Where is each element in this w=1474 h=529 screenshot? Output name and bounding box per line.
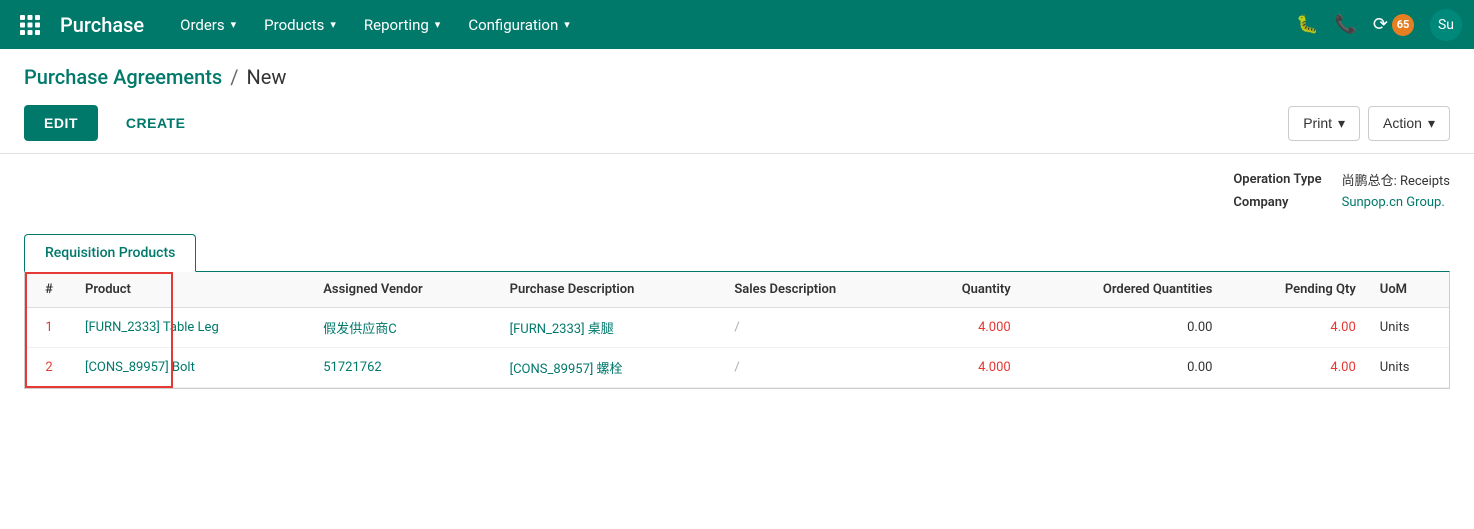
row2-vendor[interactable]: 51721762 [311, 348, 497, 388]
info-table: Operation Type 尚鹏总仓: Receipts Company Su… [1233, 170, 1450, 210]
highlighted-rows: # Product Assigned Vendor Purchase Descr… [25, 272, 1449, 388]
notification-badge-wrap[interactable]: ⟳ 65 [1373, 14, 1414, 36]
nav-products[interactable]: Products [252, 10, 348, 40]
table-header-row: # Product Assigned Vendor Purchase Descr… [25, 272, 1449, 308]
company-value[interactable]: Sunpop.cn Group. [1342, 195, 1450, 210]
operation-type-label: Operation Type [1233, 172, 1321, 187]
row2-product[interactable]: [CONS_89957] Bolt [73, 348, 311, 388]
tab-bar: Requisition Products [24, 234, 1450, 271]
data-table-wrap: # Product Assigned Vendor Purchase Descr… [24, 271, 1450, 389]
breadcrumb-separator: / [230, 65, 238, 89]
nav-orders[interactable]: Orders [168, 10, 248, 40]
tab-container: Requisition Products # Product Assigned … [24, 234, 1450, 389]
row1-vendor[interactable]: 假发供应商C [311, 308, 497, 348]
col-header-vendor: Assigned Vendor [311, 272, 497, 308]
col-header-num: # [25, 272, 73, 308]
info-panel: Operation Type 尚鹏总仓: Receipts Company Su… [24, 154, 1450, 226]
row1-quantity: 4.000 [912, 308, 1022, 348]
action-button[interactable]: Action ▾ [1368, 106, 1450, 141]
notification-count[interactable]: 65 [1392, 14, 1414, 36]
table-row: 1 [FURN_2333] Table Leg 假发供应商C [FURN_233… [25, 308, 1449, 348]
nav-icons-area: 🐛 📞 ⟳ 65 Su [1296, 9, 1462, 41]
nav-reporting[interactable]: Reporting [352, 10, 452, 40]
tab-requisition-products[interactable]: Requisition Products [24, 234, 196, 272]
row1-num: 1 [25, 308, 73, 348]
action-chevron-icon: ▾ [1428, 115, 1435, 132]
col-header-purchase-desc: Purchase Description [498, 272, 723, 308]
toolbar: EDIT CREATE Print ▾ Action ▾ [0, 97, 1474, 153]
bug-icon[interactable]: 🐛 [1296, 14, 1318, 35]
company-label: Company [1233, 195, 1321, 210]
breadcrumb: Purchase Agreements / New [0, 49, 1474, 97]
edit-button[interactable]: EDIT [24, 105, 98, 141]
breadcrumb-parent-link[interactable]: Purchase Agreements [24, 65, 222, 89]
phone-icon[interactable]: 📞 [1334, 14, 1356, 35]
grid-icon[interactable] [12, 7, 48, 43]
row2-ordered-qty: 0.00 [1023, 348, 1225, 388]
row1-ordered-qty: 0.00 [1023, 308, 1225, 348]
create-button[interactable]: CREATE [106, 105, 206, 141]
print-button[interactable]: Print ▾ [1288, 106, 1360, 141]
col-header-quantity: Quantity [912, 272, 1022, 308]
col-header-ordered-qty: Ordered Quantities [1023, 272, 1225, 308]
col-header-product: Product [73, 272, 311, 308]
row2-uom: Units [1368, 348, 1449, 388]
print-label: Print [1303, 115, 1332, 131]
row2-purchase-desc[interactable]: [CONS_89957] 螺栓 [498, 348, 723, 388]
row2-pending-qty: 4.00 [1224, 348, 1367, 388]
row1-purchase-desc[interactable]: [FURN_2333] 桌腿 [498, 308, 723, 348]
print-chevron-icon: ▾ [1338, 115, 1345, 132]
row1-product[interactable]: [FURN_2333] Table Leg [73, 308, 311, 348]
row1-pending-qty: 4.00 [1224, 308, 1367, 348]
operation-type-value: 尚鹏总仓: Receipts [1342, 170, 1450, 189]
col-header-pending-qty: Pending Qty [1224, 272, 1367, 308]
app-name: Purchase [60, 13, 144, 37]
row2-sales-desc: / [722, 348, 912, 388]
nav-configuration[interactable]: Configuration [456, 10, 581, 40]
col-header-sales-desc: Sales Description [722, 272, 912, 308]
row2-num: 2 [25, 348, 73, 388]
row1-sales-desc: / [722, 308, 912, 348]
content-area: Operation Type 尚鹏总仓: Receipts Company Su… [0, 153, 1474, 389]
col-header-uom: UoM [1368, 272, 1449, 308]
row1-uom: Units [1368, 308, 1449, 348]
table-row: 2 [CONS_89957] Bolt 51721762 [CONS_89957… [25, 348, 1449, 388]
breadcrumb-current: New [246, 65, 286, 89]
user-icon[interactable]: Su [1430, 9, 1462, 41]
top-navigation: Purchase Orders Products Reporting Confi… [0, 0, 1474, 49]
row2-quantity: 4.000 [912, 348, 1022, 388]
requisition-table: # Product Assigned Vendor Purchase Descr… [25, 272, 1449, 388]
action-label: Action [1383, 115, 1422, 131]
